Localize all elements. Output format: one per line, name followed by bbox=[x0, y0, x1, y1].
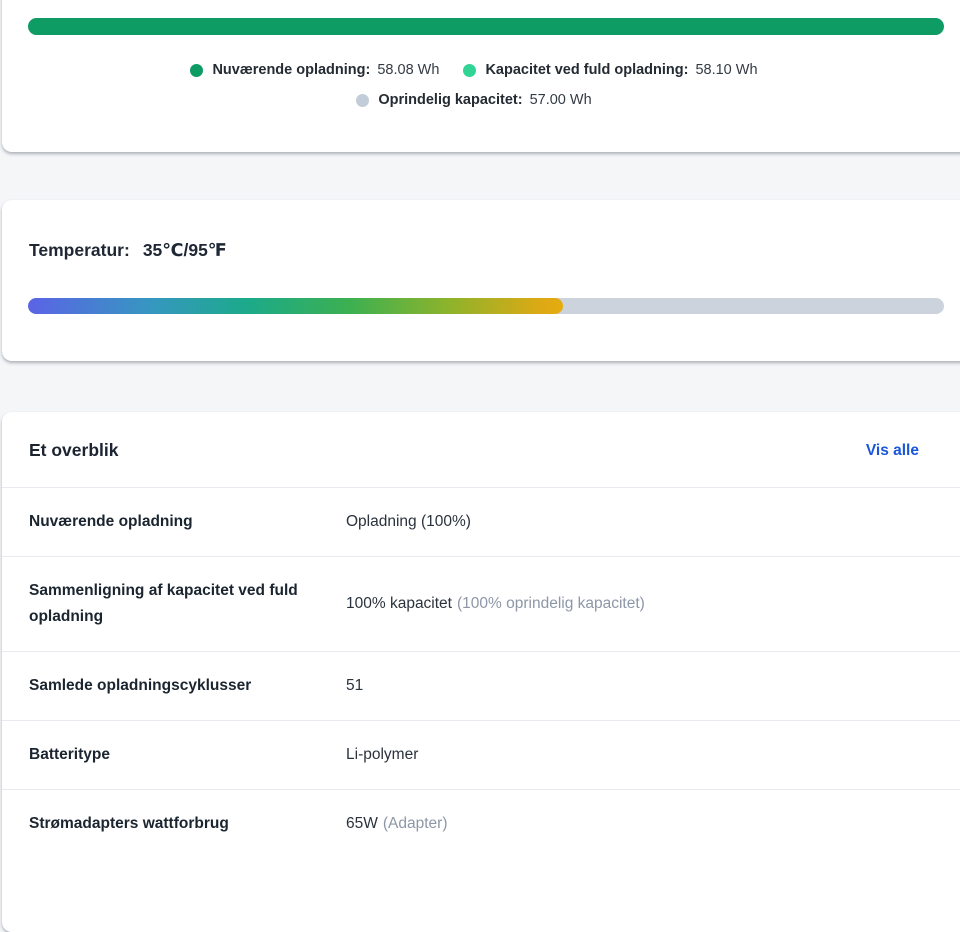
legend-value: 58.08 Wh bbox=[377, 62, 439, 78]
overview-card: Et overblik Vis alle Nuværende opladning… bbox=[2, 412, 960, 932]
overview-header: Et overblik Vis alle bbox=[2, 412, 960, 487]
row-label: Sammenligning af kapacitet ved fuld opla… bbox=[29, 578, 332, 630]
legend-value: 58.10 Wh bbox=[695, 62, 757, 78]
row-value: Opladning (100%) bbox=[346, 509, 960, 535]
row-value-main: 51 bbox=[346, 677, 363, 694]
row-value-main: 65W bbox=[346, 815, 378, 832]
legend-label: Oprindelig kapacitet: bbox=[378, 92, 522, 108]
overview-title: Et overblik bbox=[29, 440, 118, 461]
original-capacity-dot-icon bbox=[356, 94, 369, 107]
legend-label: Nuværende opladning: bbox=[212, 62, 370, 78]
view-all-link[interactable]: Vis alle bbox=[866, 442, 919, 460]
row-value-main: 100% kapacitet bbox=[346, 595, 452, 612]
temperature-bar-fill bbox=[28, 298, 563, 314]
temperature-value: 35℃/95℉ bbox=[143, 240, 227, 260]
table-row: Samlede opladningscyklusser 51 bbox=[2, 651, 960, 720]
full-charge-capacity-dot-icon bbox=[463, 64, 476, 77]
temperature-label: Temperatur: bbox=[29, 240, 130, 260]
row-value: Li-polymer bbox=[346, 742, 960, 768]
row-label: Samlede opladningscyklusser bbox=[29, 673, 332, 699]
row-label: Strømadapters wattforbrug bbox=[29, 811, 332, 837]
table-row: Sammenligning af kapacitet ved fuld opla… bbox=[2, 556, 960, 651]
row-value: 51 bbox=[346, 673, 960, 699]
row-value: 100% kapacitet (100% oprindelig kapacitet… bbox=[346, 591, 960, 617]
legend-item-original-capacity: Oprindelig kapacitet: 57.00 Wh bbox=[356, 92, 591, 108]
battery-charge-card: Nuværende opladning: 58.08 Wh Kapacitet … bbox=[2, 0, 960, 152]
battery-legend: Nuværende opladning: 58.08 Wh Kapacitet … bbox=[2, 62, 946, 108]
legend-item-current-charge: Nuværende opladning: 58.08 Wh bbox=[190, 62, 439, 78]
row-value-main: Opladning (100%) bbox=[346, 513, 471, 530]
battery-level-bar bbox=[28, 18, 944, 35]
row-label: Batteritype bbox=[29, 742, 332, 768]
table-row: Batteritype Li-polymer bbox=[2, 720, 960, 789]
temperature-card: Temperatur: 35℃/95℉ bbox=[2, 200, 960, 361]
table-row: Strømadapters wattforbrug 65W (Adapter) bbox=[2, 789, 960, 858]
row-label: Nuværende opladning bbox=[29, 509, 332, 535]
legend-item-full-charge-capacity: Kapacitet ved fuld opladning: 58.10 Wh bbox=[463, 62, 757, 78]
legend-row-2: Oprindelig kapacitet: 57.00 Wh bbox=[356, 92, 591, 108]
row-value-main: Li-polymer bbox=[346, 746, 418, 763]
row-value: 65W (Adapter) bbox=[346, 811, 960, 837]
current-charge-dot-icon bbox=[190, 64, 203, 77]
legend-row-1: Nuværende opladning: 58.08 Wh Kapacitet … bbox=[190, 62, 757, 78]
temperature-title: Temperatur: 35℃/95℉ bbox=[29, 240, 227, 261]
row-value-muted: (Adapter) bbox=[383, 815, 448, 832]
row-value-muted: (100% oprindelig kapacitet) bbox=[457, 595, 645, 612]
temperature-bar-track bbox=[28, 298, 944, 314]
legend-value: 57.00 Wh bbox=[530, 92, 592, 108]
legend-label: Kapacitet ved fuld opladning: bbox=[485, 62, 688, 78]
table-row: Nuværende opladning Opladning (100%) bbox=[2, 487, 960, 556]
